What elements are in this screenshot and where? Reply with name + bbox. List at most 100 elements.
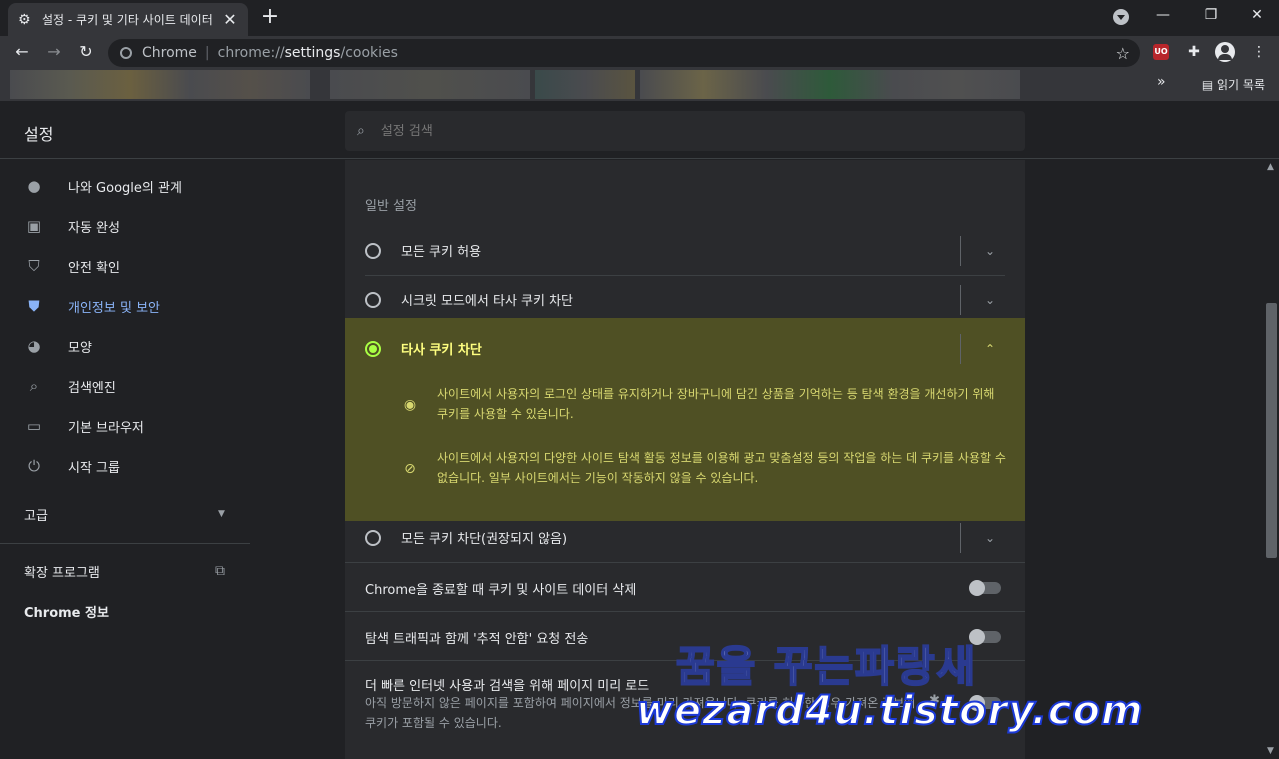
section-title: 일반 설정: [365, 199, 417, 214]
omnibox-chrome-label: Chrome: [142, 45, 197, 61]
radio-button[interactable]: [365, 242, 381, 259]
sidebar-item-label: 검색엔진: [68, 380, 116, 396]
chevron-down-icon[interactable]: ⌄: [985, 244, 995, 258]
bookmarks-bar: » ▤ 읽기 목록: [0, 68, 1279, 101]
option-label: 타사 쿠키 차단: [401, 343, 482, 358]
separator: [960, 236, 961, 266]
tab-settings[interactable]: ⚙ 설정 - 쿠키 및 기타 사이트 데이터 ✕: [8, 3, 248, 36]
site-info-icon[interactable]: [120, 47, 132, 59]
forward-button[interactable]: →: [42, 40, 66, 64]
block-icon: ⊘: [404, 461, 416, 477]
setting-label: Chrome을 종료할 때 쿠키 및 사이트 데이터 삭제: [365, 583, 637, 598]
ublock-extension-icon[interactable]: UO: [1153, 44, 1169, 60]
sidebar-item-label: 나와 Google의 관계: [68, 180, 182, 196]
sidebar: ● 나와 Google의 관계 ▣ 자동 완성 ⛉ 안전 확인 ⛊ 개인정보 및 보안 …: [0, 160, 250, 759]
search-input[interactable]: [380, 123, 881, 139]
omnibox[interactable]: Chrome | chrome://settings/cookies ☆: [108, 39, 1140, 67]
sidebar-item-about[interactable]: Chrome 정보: [0, 591, 250, 631]
scrollbar[interactable]: ▲ ▼: [1264, 160, 1279, 759]
url-prefix: chrome://: [217, 45, 285, 61]
description-blocked: 사이트에서 사용자의 다양한 사이트 탐색 활동 정보를 이용해 광고 맞춤설정…: [437, 451, 1006, 485]
reading-list-icon: ▤: [1201, 78, 1218, 92]
tab-strip: ⚙ 설정 - 쿠키 및 기타 사이트 데이터 ✕ + — ❐ ✕: [0, 0, 1279, 36]
sidebar-divider: [0, 543, 250, 544]
option-allow-all-cookies[interactable]: 모든 쿠키 허용 ⌄: [345, 226, 1025, 275]
sidebar-item-appearance[interactable]: ◕ 모양: [0, 326, 250, 366]
minimize-button[interactable]: —: [1140, 0, 1186, 30]
option-block-third-party-incognito[interactable]: 시크릿 모드에서 타사 쿠키 차단 ⌄: [345, 275, 1025, 324]
radio-button-selected[interactable]: [365, 340, 381, 357]
omnibox-url[interactable]: chrome://settings/cookies: [218, 45, 398, 61]
watermark-title: 꿈을 꾸는파랑새: [675, 641, 978, 692]
tab-search-icon[interactable]: [1113, 9, 1129, 25]
search-icon: ⌕: [29, 377, 39, 395]
radio-button[interactable]: [365, 529, 381, 546]
sidebar-item-privacy[interactable]: ⛊ 개인정보 및 보안: [0, 286, 250, 326]
chevron-down-icon[interactable]: ⌄: [985, 531, 995, 545]
sidebar-item-safety-check[interactable]: ⛉ 안전 확인: [0, 246, 250, 286]
page-title: 설정: [24, 125, 54, 144]
new-tab-button[interactable]: +: [258, 6, 282, 30]
restore-button[interactable]: ❐: [1188, 0, 1234, 30]
sidebar-item-search-engine[interactable]: ⌕ 검색엔진: [0, 366, 250, 406]
power-icon: ⏻: [28, 457, 40, 475]
sidebar-item-on-startup[interactable]: ⏻ 시작 그룹: [0, 446, 250, 486]
profile-avatar-icon[interactable]: [1215, 42, 1235, 62]
setting-label: 더 빠른 인터넷 사용과 검색을 위해 페이지 미리 로드: [365, 679, 650, 694]
sidebar-item-you-and-google[interactable]: ● 나와 Google의 관계: [0, 166, 250, 206]
palette-icon: ◕: [27, 337, 41, 355]
reload-button[interactable]: ↻: [74, 40, 98, 64]
sidebar-item-extensions[interactable]: 확장 프로그램 ⧉: [0, 551, 250, 591]
setting-clear-on-exit[interactable]: Chrome을 종료할 때 쿠키 및 사이트 데이터 삭제: [345, 562, 1025, 611]
gear-icon: ⚙: [18, 11, 31, 28]
reading-list-label: 읽기 목록: [1217, 78, 1265, 92]
chevron-up-icon[interactable]: ⌃: [985, 342, 995, 356]
toggle-switch[interactable]: [969, 580, 1001, 596]
chevron-down-icon[interactable]: ⌄: [985, 293, 995, 307]
highlighted-option-area: 타사 쿠키 차단 ⌃ ◉ 사이트에서 사용자의 로그인 상태를 유지하거나 장바…: [345, 318, 1025, 521]
menu-kebab-icon[interactable]: ⋮: [1248, 41, 1270, 63]
watermark-url: wezard4u.tistory.com: [635, 687, 1144, 735]
option-label: 모든 쿠키 허용: [401, 245, 482, 260]
sidebar-item-autofill[interactable]: ▣ 자동 완성: [0, 206, 250, 246]
sidebar-item-label: 시작 그룹: [68, 460, 120, 476]
sidebar-about-label: Chrome 정보: [24, 605, 109, 621]
blurred-bookmarks: [535, 70, 635, 99]
settings-search[interactable]: ⌕: [345, 111, 1025, 151]
bookmark-star-icon[interactable]: ☆: [1116, 44, 1130, 63]
option-label: 모든 쿠키 차단(권장되지 않음): [401, 532, 568, 547]
radio-button[interactable]: [365, 291, 381, 308]
separator: [960, 334, 961, 364]
settings-header: 설정 ⌕: [0, 101, 1279, 159]
reading-list-button[interactable]: ▤ 읽기 목록: [1202, 76, 1265, 93]
option-block-third-party[interactable]: 타사 쿠키 차단 ⌃: [345, 324, 1025, 373]
url-path: /cookies: [340, 45, 398, 61]
sidebar-item-label: 기본 브라우저: [68, 420, 144, 436]
option-block-all-cookies[interactable]: 모든 쿠키 차단(권장되지 않음) ⌄: [345, 513, 1025, 562]
setting-label: 탐색 트래픽과 함께 '추적 안함' 요청 전송: [365, 632, 589, 647]
sidebar-item-label: 개인정보 및 보안: [68, 300, 160, 316]
search-icon: ⌕: [357, 123, 365, 139]
scrollbar-thumb[interactable]: [1266, 303, 1277, 558]
scroll-up-icon[interactable]: ▲: [1267, 162, 1274, 172]
cookie-icon: ◉: [403, 397, 417, 413]
tab-close-icon[interactable]: ✕: [222, 10, 238, 29]
shield-check-icon: ⛉: [28, 257, 40, 275]
blurred-bookmarks: [330, 70, 530, 99]
back-button[interactable]: ←: [10, 40, 34, 64]
sidebar-item-advanced[interactable]: 고급 ▼: [0, 494, 250, 534]
separator: [960, 285, 961, 315]
open-in-new-icon: ⧉: [215, 563, 225, 579]
close-window-button[interactable]: ✕: [1234, 0, 1279, 30]
sidebar-item-label: 안전 확인: [68, 260, 120, 276]
browser-icon: ▭: [26, 417, 42, 435]
sidebar-item-default-browser[interactable]: ▭ 기본 브라우저: [0, 406, 250, 446]
bookmarks-more-button[interactable]: »: [1157, 74, 1166, 90]
chevron-down-icon: ▼: [218, 509, 225, 519]
sidebar-advanced-label: 고급: [24, 508, 48, 524]
scroll-down-icon[interactable]: ▼: [1267, 746, 1274, 756]
extensions-puzzle-icon[interactable]: ✚: [1183, 41, 1205, 63]
sidebar-item-label: 모양: [68, 340, 92, 356]
separator: [960, 523, 961, 553]
tab-title: 설정 - 쿠키 및 기타 사이트 데이터: [42, 13, 213, 27]
